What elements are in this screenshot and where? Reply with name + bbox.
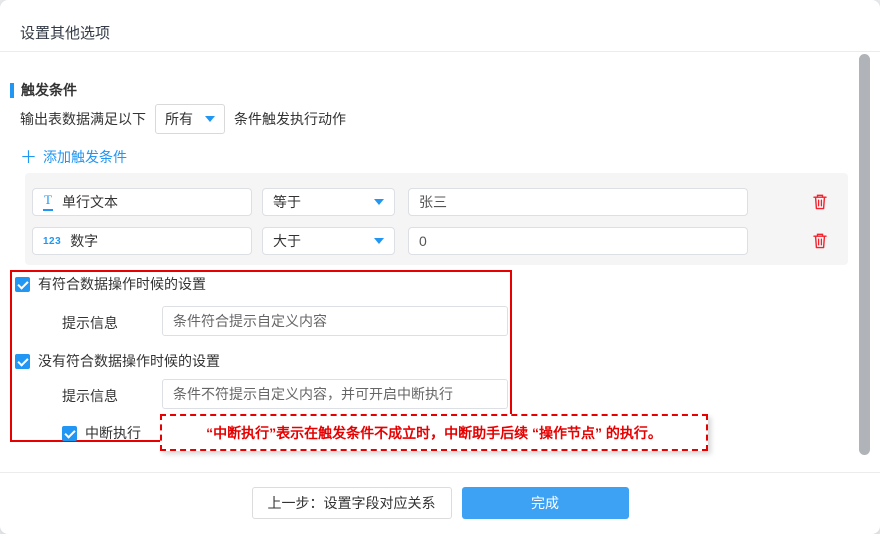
match-suffix-text: 条件触发执行动作 [234,109,346,129]
condition-row-2: 123 数字 大于 [32,227,838,255]
interrupt-annotation-text: “中断执行”表示在触发条件不成立时，中断助手后续 “操作节点” 的执行。 [206,423,662,443]
nomatch-settings-row: 没有符合数据操作时候的设置 [15,351,220,371]
footer-divider [0,472,880,473]
delete-condition-button-1[interactable] [812,193,828,211]
interrupt-row: 中断执行 [62,423,141,443]
operator-value-2: 大于 [273,231,301,251]
footer: 上一步：设置字段对应关系 完成 [0,487,880,519]
prompt-label-match: 提示信息 [62,313,118,333]
nomatch-settings-checkbox[interactable] [15,354,30,369]
header-divider [0,51,880,52]
chevron-down-icon [374,199,384,205]
number-field-icon: 123 [43,236,61,247]
scrollbar-thumb[interactable] [859,54,870,455]
dialog-title: 设置其他选项 [20,22,110,43]
finish-button[interactable]: 完成 [462,487,629,519]
text-field-icon: T [43,193,53,210]
prompt-input-match[interactable] [162,306,508,336]
operator-value-1: 等于 [273,192,301,212]
trash-icon [812,193,828,211]
chevron-down-icon [374,238,384,244]
section-accent-bar [10,83,14,98]
match-mode-select[interactable]: 所有 [155,104,225,134]
trash-icon [812,232,828,250]
conditions-panel: T 单行文本 等于 123 数字 [25,173,848,265]
trigger-conditions-section-header: 触发条件 [10,80,77,100]
field-name-1: 单行文本 [62,192,118,212]
delete-condition-button-2[interactable] [812,232,828,250]
match-settings-row: 有符合数据操作时候的设置 [15,274,206,294]
set-other-options-dialog: 设置其他选项 触发条件 输出表数据满足以下 所有 条件触发执行动作 ＋ 添加触发… [0,0,880,534]
interrupt-checkbox[interactable] [62,426,77,441]
plus-icon: ＋ [20,149,37,166]
add-trigger-condition-label: 添加触发条件 [43,147,127,167]
match-settings-checkbox[interactable] [15,277,30,292]
operator-select-1[interactable]: 等于 [262,188,395,216]
condition-value-input-2[interactable] [408,227,748,255]
match-settings-label: 有符合数据操作时候的设置 [38,274,206,294]
prompt-input-nomatch[interactable] [162,379,508,409]
add-trigger-condition-link[interactable]: ＋ 添加触发条件 [20,147,127,167]
chevron-down-icon [205,116,215,122]
match-prefix-text: 输出表数据满足以下 [20,109,146,129]
field-select-2[interactable]: 123 数字 [32,227,252,255]
prompt-label-nomatch: 提示信息 [62,386,118,406]
condition-value-input-1[interactable] [408,188,748,216]
back-button[interactable]: 上一步：设置字段对应关系 [252,487,452,519]
field-name-2: 数字 [70,231,98,251]
interrupt-annotation-callout: “中断执行”表示在触发条件不成立时，中断助手后续 “操作节点” 的执行。 [160,414,708,451]
match-mode-value: 所有 [165,109,193,129]
interrupt-label: 中断执行 [85,423,141,443]
section-title: 触发条件 [21,80,77,100]
field-select-1[interactable]: T 单行文本 [32,188,252,216]
nomatch-settings-label: 没有符合数据操作时候的设置 [38,351,220,371]
operator-select-2[interactable]: 大于 [262,227,395,255]
match-mode-row: 输出表数据满足以下 所有 条件触发执行动作 [20,104,346,134]
condition-row-1: T 单行文本 等于 [32,188,838,216]
